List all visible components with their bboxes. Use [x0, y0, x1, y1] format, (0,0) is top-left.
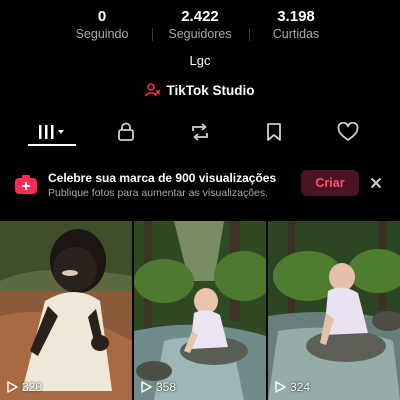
likes-count: 3.198	[277, 8, 315, 25]
create-button[interactable]: Criar	[301, 170, 359, 196]
videos-grid-icon	[39, 125, 64, 139]
followers-stat[interactable]: 2.422 Seguidores	[150, 8, 250, 42]
view-count-value: 324	[290, 380, 311, 394]
thumbnail-image-child-on-path	[0, 221, 132, 400]
video-grid: 320 358 324	[0, 221, 400, 400]
play-icon	[7, 381, 18, 393]
studio-label: TikTok Studio	[166, 82, 255, 98]
repost-icon	[192, 123, 208, 141]
camera-plus-icon	[14, 174, 38, 201]
tab-selected-indicator	[28, 144, 76, 146]
thumbnail-image-baby-by-stream	[134, 221, 266, 400]
tab-reposts[interactable]	[176, 116, 224, 148]
view-count-value: 320	[22, 380, 43, 394]
likes-stat[interactable]: 3.198 Curtidas	[246, 8, 346, 42]
tiktok-studio-link[interactable]: TikTok Studio	[0, 82, 400, 98]
tab-favorites[interactable]	[250, 116, 298, 148]
close-banner-button[interactable]	[367, 174, 385, 192]
following-stat[interactable]: 0 Seguindo	[52, 8, 152, 42]
following-count: 0	[97, 8, 107, 25]
likes-label: Curtidas	[272, 27, 320, 41]
tab-private[interactable]	[102, 116, 150, 148]
view-count-value: 358	[156, 380, 177, 394]
lock-icon	[118, 122, 134, 141]
thumbnail-image-baby-on-rock	[268, 221, 400, 400]
tab-liked[interactable]	[324, 116, 372, 148]
banner-title: Celebre sua marca de 900 visualizações	[48, 171, 277, 185]
play-icon	[141, 381, 152, 393]
profile-bio: Lgc	[189, 53, 211, 68]
view-count: 358	[140, 380, 176, 394]
video-thumbnail[interactable]: 320	[0, 221, 132, 400]
following-label: Seguindo	[75, 27, 129, 41]
followers-count: 2.422	[181, 8, 219, 25]
banner-subtitle: Publique fotos para aumentar as visualiz…	[48, 187, 269, 199]
followers-label: Seguidores	[168, 27, 232, 41]
view-count: 320	[6, 380, 42, 394]
video-thumbnail[interactable]: 358	[134, 221, 266, 400]
view-count: 324	[274, 380, 310, 394]
studio-person-icon	[145, 82, 162, 98]
close-icon	[370, 177, 382, 189]
heart-icon	[337, 122, 359, 141]
video-thumbnail[interactable]: 324	[268, 221, 400, 400]
bookmark-icon	[267, 123, 281, 141]
play-icon	[275, 381, 286, 393]
milestone-banner: Celebre sua marca de 900 visualizações P…	[0, 165, 400, 205]
profile-stats: 0 Seguindo 2.422 Seguidores 3.198 Curtid…	[0, 8, 400, 48]
